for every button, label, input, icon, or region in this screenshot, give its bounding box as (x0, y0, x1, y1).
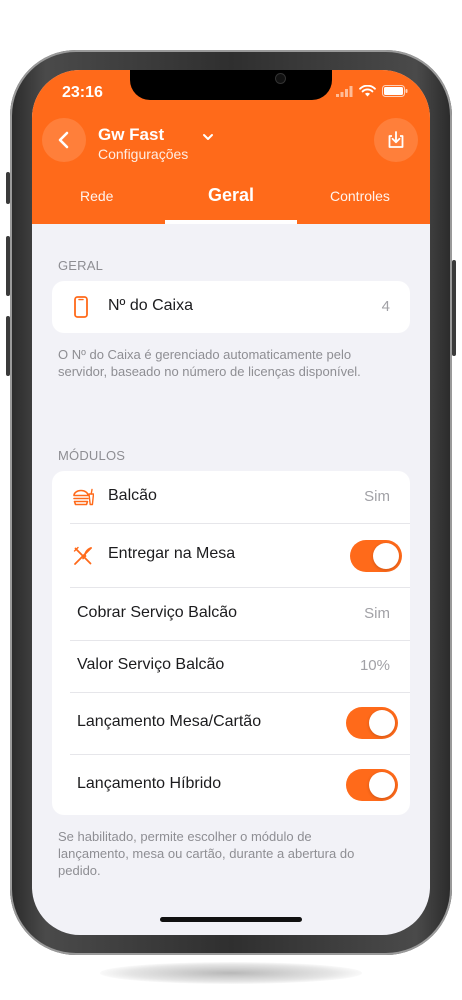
app-header: 23:16 Gw Fast Configurações Rede Geral C… (32, 70, 430, 224)
wifi-icon (359, 85, 376, 97)
row-numero-caixa[interactable]: Nº do Caixa 4 (52, 281, 410, 333)
row-value: 4 (381, 298, 390, 315)
row-valor-servico-balcao[interactable]: Valor Serviço Balcão 10% (52, 641, 410, 692)
chevron-left-icon (58, 131, 69, 149)
row-label: Cobrar Serviço Balcão (77, 604, 238, 621)
geral-note: O Nº do Caixa é gerenciado automaticamen… (58, 347, 361, 379)
lancamento-hibrido-toggle[interactable] (346, 769, 398, 801)
download-icon (388, 131, 404, 148)
screen: 23:16 Gw Fast Configurações Rede Geral C… (32, 70, 430, 935)
back-button[interactable] (42, 118, 86, 162)
home-indicator[interactable] (160, 917, 302, 922)
tab-rede[interactable]: Rede (80, 188, 113, 204)
geral-card: Nº do Caixa 4 (52, 281, 410, 333)
row-value: Sim (364, 488, 390, 505)
lancamento-mesa-cartao-toggle[interactable] (346, 707, 398, 739)
burger-icon (73, 488, 94, 506)
app-title[interactable]: Gw Fast (98, 125, 164, 145)
battery-icon (382, 85, 408, 97)
modulos-card: Balcão Sim Entregar na Mesa Cobrar Servi… (52, 471, 410, 815)
row-cobrar-servico-balcao[interactable]: Cobrar Serviço Balcão Sim (52, 588, 410, 640)
row-lancamento-hibrido: Lançamento Híbrido (52, 755, 410, 815)
row-label: Balcão (108, 487, 157, 504)
device-shadow (100, 962, 362, 984)
toggle-knob (369, 710, 395, 736)
cutlery-icon (73, 546, 92, 565)
status-icons (336, 85, 408, 97)
mute-switch (6, 172, 10, 204)
tab-controles[interactable]: Controles (330, 188, 390, 204)
notch (130, 70, 332, 100)
section-label-geral: GERAL (58, 258, 104, 273)
download-button[interactable] (374, 118, 418, 162)
row-label: Entregar na Mesa (108, 545, 236, 562)
modulos-note: Se habilitado, permite escolher o módulo… (58, 829, 355, 878)
power-button (452, 260, 456, 356)
row-label: Nº do Caixa (108, 297, 193, 314)
signal-icon (336, 85, 353, 97)
row-entregar-na-mesa: Entregar na Mesa (52, 524, 410, 587)
row-balcao[interactable]: Balcão Sim (52, 471, 410, 523)
phone-icon (74, 296, 88, 318)
front-camera (276, 74, 285, 83)
row-label: Valor Serviço Balcão (77, 656, 225, 673)
status-time: 23:16 (62, 84, 103, 101)
volume-up-button (6, 236, 10, 296)
row-label: Lançamento Híbrido (77, 775, 222, 792)
chevron-down-icon[interactable] (202, 133, 214, 142)
row-value: 10% (359, 657, 390, 674)
volume-down-button (6, 316, 10, 376)
row-label: Lançamento Mesa/Cartão (77, 713, 262, 730)
active-tab-indicator (165, 220, 297, 224)
tab-geral[interactable]: Geral (208, 185, 254, 206)
entregar-na-mesa-toggle[interactable] (350, 540, 402, 572)
app-subtitle[interactable]: Configurações (98, 146, 188, 162)
toggle-knob (373, 543, 399, 569)
row-lancamento-mesa-cartao: Lançamento Mesa/Cartão (52, 693, 410, 754)
toggle-knob (369, 772, 395, 798)
row-value: Sim (364, 605, 390, 622)
section-label-modulos: MÓDULOS (58, 448, 126, 463)
